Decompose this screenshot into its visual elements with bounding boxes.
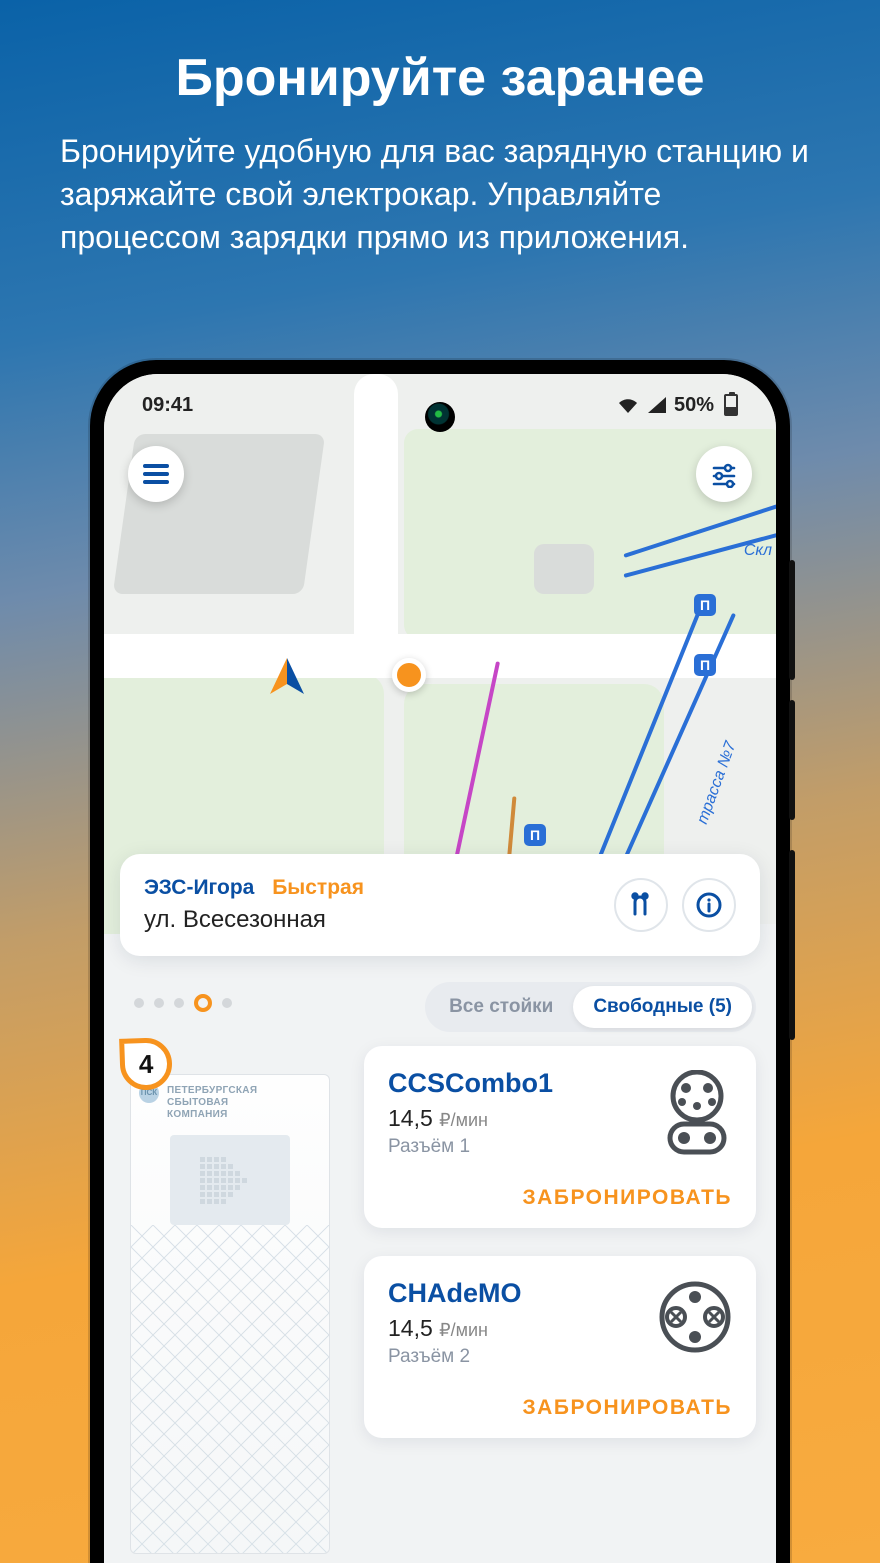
segment-all[interactable]: Все стойки xyxy=(429,986,573,1028)
reserve-button[interactable]: ЗАБРОНИРОВАТЬ xyxy=(388,1186,732,1210)
reserve-button[interactable]: ЗАБРОНИРОВАТЬ xyxy=(388,1396,732,1420)
phone-frame: 09:41 50% xyxy=(90,360,790,1563)
pager-dot[interactable] xyxy=(154,998,164,1008)
chademo-plug-icon xyxy=(658,1280,732,1354)
ccs-plug-icon xyxy=(662,1070,732,1156)
map-trail-label: трасса №7 xyxy=(694,739,741,826)
connector-price: 14,5 ₽/мин xyxy=(388,1105,553,1132)
map-bus-stop-icon: П xyxy=(694,654,716,676)
pixel-arrow-icon xyxy=(200,1157,261,1204)
connector-card[interactable]: CCSCombo1 14,5 ₽/мин Разъём 1 xyxy=(364,1046,756,1228)
map-view[interactable]: трасса №7 Скл П П П xyxy=(104,374,776,924)
phone-camera xyxy=(425,402,455,432)
station-marker[interactable] xyxy=(392,658,426,692)
connector-price: 14,5 ₽/мин xyxy=(388,1315,522,1342)
info-icon xyxy=(694,890,724,920)
promo-headline: Бронируйте заранее xyxy=(0,48,880,108)
connector-title: CCSCombo1 xyxy=(388,1068,553,1099)
phone-side-button xyxy=(789,850,795,1040)
connector-slot: Разъём 2 xyxy=(388,1346,522,1368)
pager-dot[interactable] xyxy=(134,998,144,1008)
battery-percent: 50% xyxy=(674,394,714,417)
segment-free[interactable]: Свободные (5) xyxy=(573,986,752,1028)
promo-background: Бронируйте заранее Бронируйте удобную дл… xyxy=(0,0,880,1563)
map-bus-stop-icon: П xyxy=(694,594,716,616)
map-bus-stop-icon: П xyxy=(524,824,546,846)
station-name: ЭЗС-Игора xyxy=(144,876,254,899)
info-button[interactable] xyxy=(682,878,736,932)
station-address: ул. Всесезонная xyxy=(144,906,364,934)
pager-dots[interactable] xyxy=(134,994,232,1012)
filter-button[interactable] xyxy=(696,446,752,502)
phone-side-button xyxy=(789,560,795,680)
hamburger-icon xyxy=(143,472,169,476)
station-header-card[interactable]: ЭЗС-Игора Быстрая ул. Всесезонная xyxy=(120,854,760,956)
stand-screen xyxy=(170,1135,290,1225)
connector-title: CHAdeMO xyxy=(388,1278,522,1309)
user-location-marker xyxy=(264,654,310,705)
pager-dot-active[interactable] xyxy=(194,994,212,1012)
sliders-icon xyxy=(710,460,738,488)
connector-slot: Разъём 1 xyxy=(388,1136,553,1158)
connector-filter-segment[interactable]: Все стойки Свободные (5) xyxy=(425,982,756,1032)
station-speed: Быстрая xyxy=(272,876,364,899)
cellular-icon xyxy=(646,395,668,415)
pager-dot[interactable] xyxy=(174,998,184,1008)
charger-stand-illustration: 4 ПСК ПЕТЕРБУРГСКАЯ СБЫТОВАЯ КОМПАНИЯ xyxy=(124,1046,342,1563)
connector-card[interactable]: CHAdeMO 14,5 ₽/мин Разъём 2 xyxy=(364,1256,756,1438)
route-icon xyxy=(626,890,656,920)
route-button[interactable] xyxy=(614,878,668,932)
connector-list: CCSCombo1 14,5 ₽/мин Разъём 1 xyxy=(364,1046,756,1563)
wifi-icon xyxy=(616,395,640,415)
pager-dot[interactable] xyxy=(222,998,232,1008)
map-street-label: Скл xyxy=(744,542,772,560)
menu-button[interactable] xyxy=(128,446,184,502)
status-time: 09:41 xyxy=(142,394,193,417)
phone-screen: 09:41 50% xyxy=(104,374,776,1563)
battery-icon xyxy=(724,394,738,416)
station-detail-area: Все стойки Свободные (5) 4 ПСК xyxy=(104,974,776,1563)
promo-subtext: Бронируйте удобную для вас зарядную стан… xyxy=(60,130,820,260)
phone-side-button xyxy=(789,700,795,820)
